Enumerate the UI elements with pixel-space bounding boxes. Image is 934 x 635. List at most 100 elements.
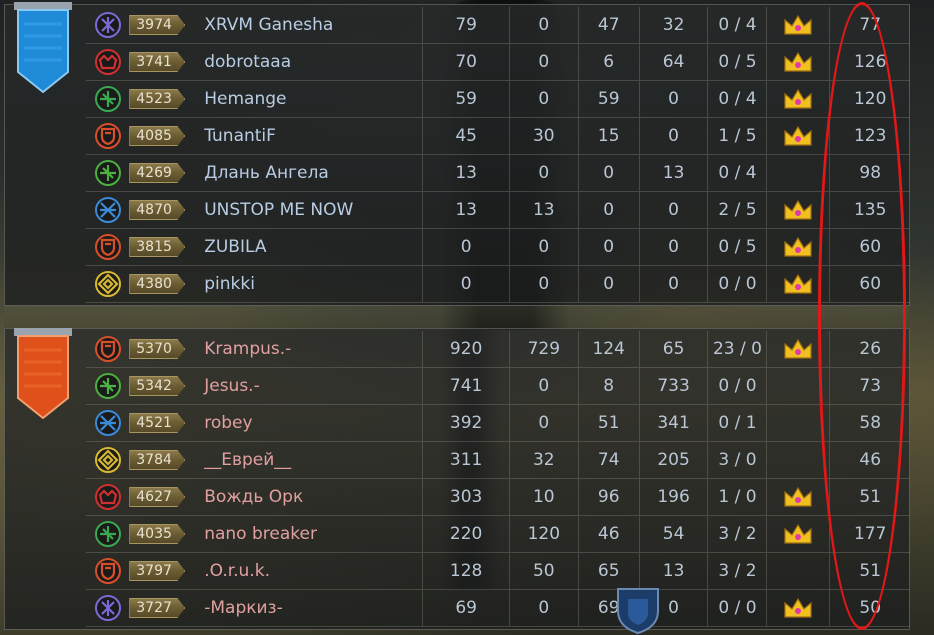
player-row[interactable]: 5342 Jesus.- 741 0 8 733 0 / 0 73 xyxy=(86,368,910,405)
stat-damage: 303 xyxy=(422,479,509,515)
crown-cell xyxy=(766,479,829,515)
role-cell xyxy=(86,479,129,515)
player-row[interactable]: 5370 Krampus.- 920 729 124 65 23 / 0 26 xyxy=(86,331,910,368)
stat-damage: 392 xyxy=(422,405,509,441)
player-row[interactable]: 4523 Hemange 59 0 59 0 0 / 4 120 xyxy=(86,81,910,118)
level-badge: 4870 xyxy=(129,200,186,220)
stat-kills: 0 xyxy=(508,229,578,265)
crown-icon xyxy=(784,51,813,72)
stat-assists: 0 xyxy=(577,266,639,302)
crown-icon xyxy=(784,14,813,35)
player-row[interactable]: 4085 TunantiF 45 30 15 0 1 / 5 123 xyxy=(86,118,910,155)
player-score: 120 xyxy=(829,81,910,117)
player-score: 58 xyxy=(829,405,910,441)
stat-kd-ratio: 0 / 1 xyxy=(707,405,766,441)
player-name[interactable]: XRVM Ganesha xyxy=(188,7,422,43)
stat-other: 341 xyxy=(638,405,708,441)
player-row[interactable]: 4521 robey 392 0 51 341 0 / 1 58 xyxy=(86,405,910,442)
stat-other: 0 xyxy=(638,81,708,117)
stat-other: 0 xyxy=(638,266,708,302)
crown-cell xyxy=(766,81,829,117)
player-score: 73 xyxy=(829,368,910,404)
player-row[interactable]: 3741 dobrotaaa 70 0 6 64 0 / 5 126 xyxy=(86,44,910,81)
player-name[interactable]: Длань Ангела xyxy=(188,155,422,191)
crown-cell xyxy=(766,155,829,191)
level-badge: 4035 xyxy=(129,524,186,544)
player-name[interactable]: Вождь Орк xyxy=(188,479,422,515)
stat-other: 13 xyxy=(638,553,708,589)
horned-helm-icon xyxy=(94,49,121,75)
player-name[interactable]: ZUBILA xyxy=(188,229,422,265)
stat-kd-ratio: 2 / 5 xyxy=(707,192,766,228)
role-cell xyxy=(86,405,129,441)
level-badge: 3974 xyxy=(129,15,186,35)
crown-cell xyxy=(766,266,829,302)
level-cell: 4627 xyxy=(129,479,188,515)
stat-damage: 920 xyxy=(422,331,509,367)
stat-kills: 729 xyxy=(508,331,578,367)
player-name[interactable]: dobrotaaa xyxy=(188,44,422,80)
level-cell: 3815 xyxy=(129,229,188,265)
player-row[interactable]: 4627 Вождь Орк 303 10 96 196 1 / 0 51 xyxy=(86,479,910,516)
player-row[interactable]: 3815 ZUBILA 0 0 0 0 0 / 5 60 xyxy=(86,229,910,266)
stat-assists: 0 xyxy=(577,192,639,228)
flame-shield-icon xyxy=(94,336,121,362)
stat-other: 205 xyxy=(638,442,708,478)
stat-damage: 79 xyxy=(422,7,509,43)
player-name[interactable]: pinkki xyxy=(188,266,422,302)
player-name[interactable]: robey xyxy=(188,405,422,441)
player-row[interactable]: 4380 pinkki 0 0 0 0 0 / 0 60 xyxy=(86,266,910,303)
player-name[interactable]: -Маркиз- xyxy=(188,590,422,626)
player-row[interactable]: 3974 XRVM Ganesha 79 0 47 32 0 / 4 77 xyxy=(86,7,910,44)
stat-assists: 59 xyxy=(577,81,639,117)
stat-damage: 69 xyxy=(422,590,509,626)
stat-other: 65 xyxy=(638,331,708,367)
crown-cell xyxy=(766,7,829,43)
player-row[interactable]: 4035 nano breaker 220 120 46 54 3 / 2 177 xyxy=(86,516,910,553)
stat-kills: 0 xyxy=(508,7,578,43)
team-bottom-banner-icon xyxy=(14,328,72,420)
level-cell: 4035 xyxy=(129,516,188,552)
player-row[interactable]: 3797 .O.r.u.k. 128 50 65 13 3 / 2 51 xyxy=(86,553,910,590)
stat-damage: 70 xyxy=(422,44,509,80)
team-top-rows: 3974 XRVM Ganesha 79 0 47 32 0 / 4 77 3741 dobrot… xyxy=(86,7,910,303)
role-cell xyxy=(86,229,129,265)
level-cell: 3974 xyxy=(129,7,188,43)
player-score: 98 xyxy=(829,155,910,191)
player-score: 51 xyxy=(829,553,910,589)
stat-kd-ratio: 3 / 0 xyxy=(707,442,766,478)
stat-damage: 13 xyxy=(422,155,509,191)
player-name[interactable]: Krampus.- xyxy=(188,331,422,367)
crown-icon xyxy=(784,236,813,257)
player-name[interactable]: __Еврей__ xyxy=(188,442,422,478)
player-name[interactable]: Jesus.- xyxy=(188,368,422,404)
player-name[interactable]: nano breaker xyxy=(188,516,422,552)
player-score: 77 xyxy=(829,7,910,43)
level-cell: 4269 xyxy=(129,155,188,191)
level-badge: 3797 xyxy=(129,561,186,581)
team-bottom-rows: 5370 Krampus.- 920 729 124 65 23 / 0 26 5342 Jesu… xyxy=(86,331,910,627)
level-cell: 4870 xyxy=(129,192,188,228)
crown-icon xyxy=(784,338,813,359)
player-row[interactable]: 3727 -Маркиз- 69 0 69 0 0 / 0 50 xyxy=(86,590,910,627)
player-name[interactable]: Hemange xyxy=(188,81,422,117)
player-score: 46 xyxy=(829,442,910,478)
crown-cell xyxy=(766,516,829,552)
crown-icon xyxy=(784,597,813,618)
player-score: 60 xyxy=(829,266,910,302)
player-row[interactable]: 3784 __Еврей__ 311 32 74 205 3 / 0 46 xyxy=(86,442,910,479)
player-name[interactable]: .O.r.u.k. xyxy=(188,553,422,589)
stat-kills: 0 xyxy=(508,590,578,626)
player-row[interactable]: 4870 UNSTOP ME NOW 13 13 0 0 2 / 5 135 xyxy=(86,192,910,229)
role-cell xyxy=(86,516,129,552)
level-badge: 5342 xyxy=(129,376,186,396)
level-badge: 3727 xyxy=(129,598,186,618)
level-cell: 5370 xyxy=(129,331,188,367)
player-score: 126 xyxy=(829,44,910,80)
stat-assists: 124 xyxy=(577,331,639,367)
stat-assists: 46 xyxy=(577,516,639,552)
player-name[interactable]: TunantiF xyxy=(188,118,422,154)
player-score: 135 xyxy=(829,192,910,228)
player-name[interactable]: UNSTOP ME NOW xyxy=(188,192,422,228)
player-row[interactable]: 4269 Длань Ангела 13 0 0 13 0 / 4 98 xyxy=(86,155,910,192)
